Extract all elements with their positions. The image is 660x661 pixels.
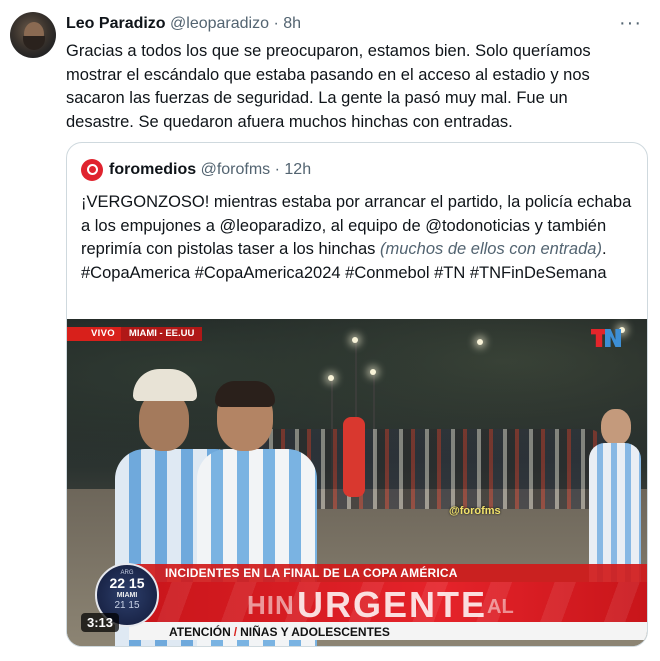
quote-avatar-icon[interactable]: [81, 159, 103, 181]
quote-author-handle[interactable]: @forofms: [201, 161, 271, 178]
news-lower-third-title: INCIDENTES EN LA FINAL DE LA COPA AMÉRIC…: [129, 564, 647, 582]
quoted-tweet-card[interactable]: foromedios @forofms · 12h ¡VERGONZOSO! m…: [66, 142, 648, 647]
author-avatar[interactable]: [10, 12, 56, 58]
video-player[interactable]: VIVO MIAMI - EE.UU @forofms INCIDENTES E…: [67, 319, 647, 646]
tweet-text: Gracias a todos los que se preocuparon, …: [66, 42, 591, 131]
urgent-suffix: AL: [487, 596, 514, 618]
urgent-word: URGENTE: [297, 584, 488, 622]
stadium-light: [477, 339, 483, 345]
urgent-prefix: HIN: [247, 590, 295, 620]
red-shirt-person: [343, 417, 365, 497]
tn-logo-icon: [591, 327, 621, 349]
clock-sub-time: 21 15: [114, 600, 140, 611]
more-options-icon[interactable]: ···: [619, 12, 642, 35]
quote-header: foromedios @forofms · 12h: [81, 159, 311, 181]
news-ticker: ATENCIÓN / NIÑAS Y ADOLESCENTES: [129, 622, 647, 640]
video-duration-badge: 3:13: [81, 613, 120, 632]
urgent-banner: HIN URGENTE AL: [129, 582, 647, 622]
quote-timestamp[interactable]: 12h: [284, 161, 311, 178]
boy-hair: [215, 381, 275, 407]
live-label: VIVO: [67, 327, 121, 341]
clock-time: 22 15: [109, 575, 145, 591]
author-handle[interactable]: @leoparadizo: [170, 15, 269, 32]
stadium-light: [328, 375, 334, 381]
stadium-light: [370, 369, 376, 375]
author-name[interactable]: Leo Paradizo: [66, 15, 166, 32]
ticker-label: ATENCIÓN: [169, 625, 231, 639]
location-label: MIAMI - EE.UU: [120, 327, 203, 341]
ticker-text: NIÑAS Y ADOLESCENTES: [240, 625, 390, 639]
quote-text-italic: (muchos de ellos con entrada): [379, 240, 602, 258]
stadium-light: [352, 337, 358, 343]
separator-dot: ·: [273, 15, 279, 32]
live-banner: VIVO MIAMI - EE.UU: [67, 327, 203, 341]
ticker-separator: /: [233, 625, 238, 639]
tweet-timestamp[interactable]: 8h: [283, 15, 301, 32]
man-cap: [133, 369, 197, 401]
quote-author-name[interactable]: foromedios: [109, 161, 196, 178]
woman-head: [601, 409, 631, 445]
clock-city: MIAMI: [116, 592, 138, 599]
avatar-beard: [23, 36, 45, 50]
quote-text: ¡VERGONZOSO! mientras estaba por arranca…: [81, 191, 637, 285]
quote-separator-dot: ·: [274, 161, 280, 178]
tweet-header: Leo Paradizo @leoparadizo · 8h: [66, 14, 301, 34]
video-watermark: @forofms: [449, 505, 501, 517]
